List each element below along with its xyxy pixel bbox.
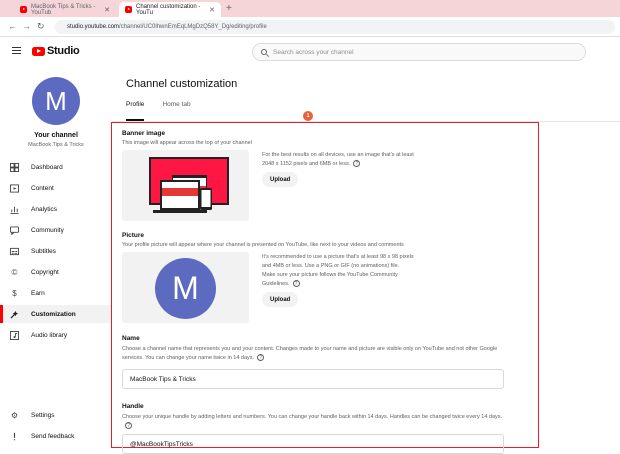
tab-profile[interactable]: Profile bbox=[126, 101, 145, 121]
dashboard-icon bbox=[10, 162, 19, 172]
analytics-icon bbox=[10, 205, 19, 214]
browser-tab-label: Channel customization - YouTu bbox=[136, 3, 201, 16]
picture-info: It's recommended to use a picture that's… bbox=[262, 253, 414, 289]
picture-heading: Picture bbox=[122, 232, 145, 239]
address-bar-row: ← → ↻ studio.youtube.com/channel/UC0lhwn… bbox=[0, 17, 620, 37]
your-channel-label[interactable]: Your channel bbox=[0, 132, 112, 139]
help-icon[interactable]: ? bbox=[125, 421, 132, 429]
close-tab-icon[interactable]: ✕ bbox=[104, 6, 110, 14]
handle-heading: Handle bbox=[122, 403, 144, 410]
sidebar-item-community[interactable]: Community bbox=[0, 221, 112, 239]
close-tab-icon[interactable]: ✕ bbox=[209, 6, 215, 14]
picture-info-text: It's recommended to use a picture that's… bbox=[262, 254, 414, 287]
page-title: Channel customization bbox=[126, 78, 238, 90]
sidebar-item-subtitles[interactable]: Subtitles bbox=[0, 242, 112, 260]
channel-name: MacBook Tips & Tricks bbox=[28, 142, 84, 148]
customization-tabs: Profile Home tab bbox=[126, 101, 191, 121]
forward-arrow-icon[interactable]: → bbox=[22, 21, 31, 31]
search-placeholder: Search across your channel bbox=[273, 48, 354, 56]
settings-icon: ⚙ bbox=[10, 410, 19, 420]
banner-devices-illustration bbox=[149, 157, 229, 213]
handle-description-text: Choose your unique handle by adding lett… bbox=[122, 414, 503, 420]
sidebar-item-content[interactable]: Content bbox=[0, 179, 112, 197]
channel-avatar[interactable]: M bbox=[32, 77, 80, 125]
url-field[interactable]: studio.youtube.com/channel/UC0lhwnEmEqLM… bbox=[55, 20, 615, 34]
earn-icon: $ bbox=[12, 288, 17, 298]
banner-description: This image will appear across the top of… bbox=[122, 140, 252, 146]
feedback-icon bbox=[10, 432, 19, 441]
sidebar-item-label: Settings bbox=[31, 411, 55, 419]
handle-input[interactable]: @MacBookTipsTricks bbox=[122, 434, 504, 454]
sidebar-item-label: Send feedback bbox=[31, 432, 75, 440]
help-icon[interactable]: ? bbox=[292, 280, 300, 288]
sidebar-item-analytics[interactable]: Analytics bbox=[0, 200, 112, 218]
sidebar-item-label: Analytics bbox=[31, 205, 58, 213]
sidebar-item-earn[interactable]: $ Earn bbox=[0, 284, 112, 302]
name-heading: Name bbox=[122, 335, 140, 342]
picture-upload-button[interactable]: Upload bbox=[262, 292, 299, 307]
audio-library-icon bbox=[10, 330, 19, 340]
youtube-favicon-icon bbox=[125, 6, 132, 13]
studio-header: Studio Search across your channel bbox=[0, 37, 620, 67]
customization-icon bbox=[10, 310, 19, 319]
search-icon bbox=[261, 49, 267, 55]
youtube-logo-icon bbox=[32, 46, 45, 56]
tab-home[interactable]: Home tab bbox=[162, 101, 190, 121]
subtitles-icon bbox=[10, 247, 19, 256]
name-description-text: Choose a channel name that represents yo… bbox=[122, 346, 498, 361]
sidebar-item-settings[interactable]: ⚙ Settings bbox=[0, 406, 112, 424]
channel-name-input[interactable]: MacBook Tips & Tricks bbox=[122, 369, 504, 389]
content-icon bbox=[10, 183, 19, 193]
community-icon bbox=[10, 225, 19, 235]
sidebar-item-label: Earn bbox=[31, 289, 45, 297]
sidebar-item-audio-library[interactable]: Audio library bbox=[0, 326, 112, 344]
picture-preview: M bbox=[122, 252, 249, 323]
logo-text: Studio bbox=[47, 45, 80, 57]
url-domain: studio.youtube.com bbox=[67, 24, 120, 30]
youtube-studio-logo[interactable]: Studio bbox=[32, 45, 80, 57]
youtube-favicon-icon bbox=[20, 6, 27, 13]
name-description: Choose a channel name that represents yo… bbox=[122, 345, 517, 362]
url-path: /channel/UC0lhwnEmEqLMgDzQ58Y_Dg/editing… bbox=[119, 24, 267, 30]
step-badge: 1 bbox=[303, 111, 313, 121]
sidebar-item-dashboard[interactable]: Dashboard bbox=[0, 158, 112, 176]
help-icon[interactable]: ? bbox=[257, 353, 265, 361]
handle-description: Choose your unique handle by adding lett… bbox=[122, 413, 512, 430]
banner-heading: Banner image bbox=[122, 130, 165, 137]
new-tab-button[interactable]: + bbox=[226, 3, 232, 14]
copyright-icon: © bbox=[11, 267, 18, 277]
sidebar-item-customization[interactable]: Customization bbox=[0, 305, 112, 323]
banner-info: For the best results on all devices, use… bbox=[262, 151, 414, 169]
back-arrow-icon[interactable]: ← bbox=[8, 21, 17, 31]
browser-tab-label: MacBook Tips & Tricks - YouTub bbox=[31, 3, 96, 16]
picture-description: Your profile picture will appear where y… bbox=[122, 242, 404, 248]
sidebar-item-copyright[interactable]: © Copyright bbox=[0, 263, 112, 281]
banner-preview bbox=[122, 150, 249, 221]
banner-upload-button[interactable]: Upload bbox=[262, 172, 299, 187]
sidebar-item-label: Subtitles bbox=[31, 247, 56, 255]
browser-tab-active[interactable]: Channel customization - YouTu ✕ bbox=[119, 2, 221, 17]
sidebar: M Your channel MacBook Tips & Tricks Das… bbox=[0, 67, 112, 450]
sidebar-item-label: Customization bbox=[31, 310, 76, 318]
channel-search-input[interactable]: Search across your channel bbox=[252, 43, 586, 61]
profile-picture-avatar: M bbox=[155, 258, 216, 319]
sidebar-item-label: Community bbox=[31, 226, 64, 234]
browser-tab-bar: MacBook Tips & Tricks - YouTub ✕ Channel… bbox=[0, 0, 620, 17]
reload-icon[interactable]: ↻ bbox=[37, 21, 45, 32]
sidebar-item-label: Copyright bbox=[31, 268, 59, 276]
banner-info-text: For the best results on all devices, use… bbox=[262, 152, 414, 167]
help-icon[interactable]: ? bbox=[353, 160, 361, 168]
sidebar-item-label: Dashboard bbox=[31, 163, 63, 171]
browser-tab[interactable]: MacBook Tips & Tricks - YouTub ✕ bbox=[14, 2, 116, 17]
menu-icon[interactable] bbox=[12, 47, 21, 54]
sidebar-item-label: Audio library bbox=[31, 331, 68, 339]
sidebar-item-send-feedback[interactable]: Send feedback bbox=[0, 427, 112, 445]
sidebar-item-label: Content bbox=[31, 184, 54, 192]
